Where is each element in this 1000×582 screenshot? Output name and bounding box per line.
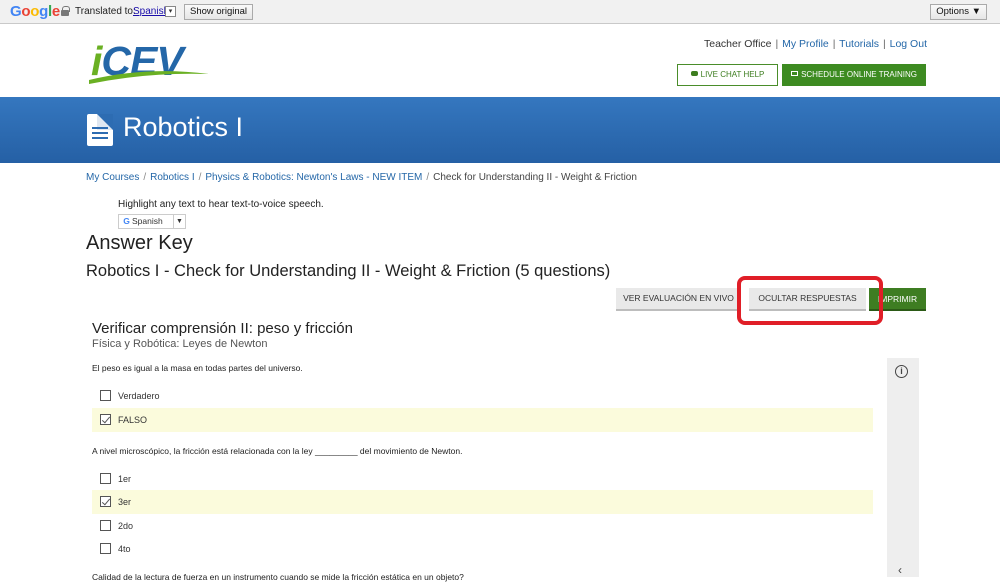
link-log-out[interactable]: Log Out: [890, 38, 927, 50]
checkbox[interactable]: [100, 473, 111, 484]
checkbox[interactable]: [100, 543, 111, 554]
schedule-label: SCHEDULE ONLINE TRAINING: [801, 70, 917, 79]
translated-to-label: Translated to:: [75, 6, 136, 17]
top-links: Teacher Office | My Profile | Tutorials …: [704, 38, 927, 50]
laptop-icon: [791, 71, 799, 77]
chevron-left-icon[interactable]: ‹: [898, 563, 902, 577]
live-chat-label: LIVE CHAT HELP: [700, 70, 765, 79]
checkbox[interactable]: [100, 520, 111, 531]
answer-option[interactable]: 2do: [92, 514, 873, 538]
live-chat-button[interactable]: LIVE CHAT HELP: [677, 64, 778, 86]
separator: |: [775, 38, 779, 50]
breadcrumb: My Courses / Robotics I / Physics & Robotics…: [86, 172, 637, 183]
language-select[interactable]: G Spanish ▼: [118, 214, 186, 229]
option-label: 2do: [118, 521, 134, 531]
link-tutorials[interactable]: Tutorials: [839, 38, 879, 50]
breadcrumb-separator: /: [143, 172, 147, 183]
show-original-button[interactable]: Show original: [184, 4, 254, 20]
language-select-value: Spanish: [132, 216, 163, 226]
option-label: 4to: [118, 544, 131, 554]
answer-option-correct[interactable]: 3er: [92, 490, 873, 514]
chat-icon: [690, 71, 698, 77]
logo-letter: g: [39, 3, 48, 20]
google-g-icon: G: [123, 216, 130, 226]
logo-letter: o: [21, 3, 31, 20]
annotation-highlight: [737, 276, 883, 325]
quiz-heading: Verificar comprensión II: peso y fricció…: [92, 320, 353, 337]
breadcrumb-current: Check for Understanding II - Weight & Fr…: [433, 172, 637, 183]
translate-language-link[interactable]: Spanish: [133, 6, 169, 17]
logo-letter: G: [10, 3, 22, 20]
logo-letter: o: [30, 3, 40, 20]
separator: |: [832, 38, 836, 50]
course-banner: Robotics I: [0, 97, 1000, 163]
view-live-button[interactable]: VER EVALUACIÓN EN VIVO: [616, 288, 741, 311]
document-icon: [87, 114, 113, 146]
breadcrumb-course[interactable]: Robotics I: [150, 172, 194, 183]
option-label: Verdadero: [118, 391, 160, 401]
breadcrumb-my-courses[interactable]: My Courses: [86, 172, 139, 183]
google-logo[interactable]: Google: [10, 3, 60, 20]
question-text: A nivel microscópico, la fricción está r…: [92, 446, 463, 456]
separator: |: [882, 38, 886, 50]
question-text: El peso es igual a la masa en todas part…: [92, 363, 303, 373]
options-button[interactable]: Options ▼: [930, 4, 987, 20]
lock-icon: [61, 6, 70, 16]
breadcrumb-separator: /: [198, 172, 202, 183]
page-heading: Answer Key: [86, 232, 193, 254]
answer-option[interactable]: 4to: [92, 537, 873, 561]
quiz-subheading: Física y Robótica: Leyes de Newton: [92, 338, 268, 350]
translate-bar: Google Translated to: Spanish ▾ Show ori…: [0, 0, 1000, 24]
checkbox-checked[interactable]: [100, 414, 111, 425]
checkbox[interactable]: [100, 390, 111, 401]
accessibility-icon[interactable]: i: [895, 365, 908, 378]
link-teacher-office[interactable]: Teacher Office: [704, 38, 772, 50]
option-label: FALSO: [118, 415, 148, 425]
icev-logo[interactable]: iCEV: [87, 38, 212, 84]
breadcrumb-separator: /: [426, 172, 430, 183]
language-dropdown-icon[interactable]: ▾: [165, 6, 176, 17]
logo-swoosh-icon: [89, 71, 209, 84]
option-label: 1er: [118, 474, 132, 484]
dropdown-arrow-icon: ▼: [173, 215, 185, 228]
course-title: Robotics I: [123, 112, 244, 142]
tts-instruction: Highlight any text to hear text-to-voice…: [118, 199, 324, 210]
quiz-title: Robotics I - Check for Understanding II …: [86, 262, 611, 280]
link-my-profile[interactable]: My Profile: [782, 38, 829, 50]
checkbox-checked[interactable]: [100, 496, 111, 507]
answer-option-correct[interactable]: FALSO: [92, 408, 873, 432]
side-panel: i ‹: [887, 358, 919, 577]
answer-option[interactable]: 1er: [92, 467, 873, 491]
logo-letter: e: [51, 3, 60, 20]
answer-option[interactable]: Verdadero: [92, 384, 873, 408]
breadcrumb-unit[interactable]: Physics & Robotics: Newton's Laws - NEW …: [205, 172, 422, 183]
schedule-training-button[interactable]: SCHEDULE ONLINE TRAINING: [782, 64, 926, 86]
option-label: 3er: [118, 497, 132, 507]
question-text-partial: Calidad de la lectura de fuerza en un in…: [92, 572, 464, 582]
